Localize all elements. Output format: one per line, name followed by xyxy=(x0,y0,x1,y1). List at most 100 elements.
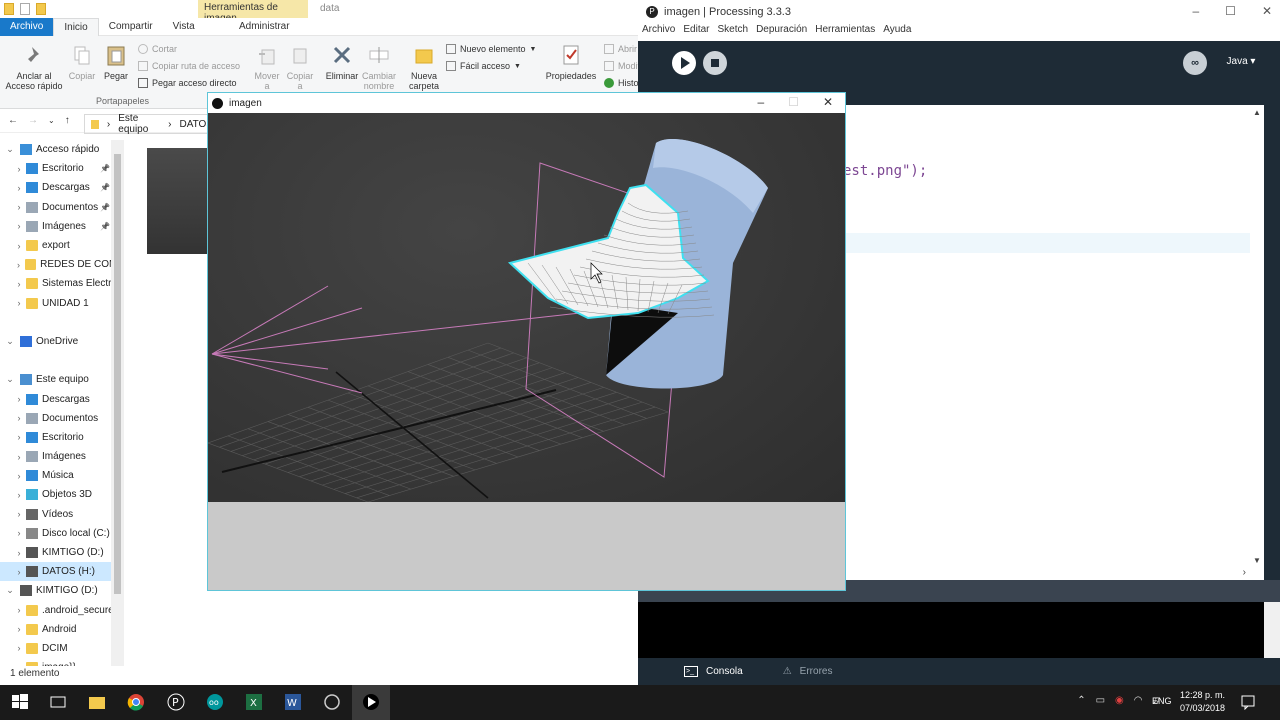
chevron-icon[interactable]: › xyxy=(0,567,26,577)
menu-archivo[interactable]: Archivo xyxy=(642,24,675,41)
pin-icon[interactable]: 📌 xyxy=(100,203,110,212)
console-scrollbar[interactable] xyxy=(1264,602,1280,658)
file-explorer-icon[interactable] xyxy=(87,692,107,712)
chevron-icon[interactable]: › xyxy=(0,471,26,481)
chevron-icon[interactable]: › xyxy=(0,509,26,519)
scroll-down-icon[interactable]: ▼ xyxy=(1250,556,1264,565)
chrome-icon[interactable] xyxy=(126,692,146,712)
windows-start-icon[interactable] xyxy=(10,692,30,712)
new-folder-button[interactable]: Nueva carpeta xyxy=(406,44,442,91)
scroll-right-icon[interactable]: › xyxy=(1243,567,1246,578)
move-to-button[interactable]: Mover a xyxy=(252,44,282,91)
antivirus-icon[interactable]: ◉ xyxy=(1115,695,1124,706)
cut-button[interactable]: Cortar xyxy=(138,44,177,54)
address-bar[interactable]: › Este equipo › DATOS xyxy=(84,113,214,135)
chevron-up-icon[interactable]: ⌃ xyxy=(1077,695,1085,706)
chevron-icon[interactable]: › xyxy=(0,202,26,212)
properties-icon[interactable] xyxy=(20,3,30,15)
modify-button[interactable]: Modif xyxy=(604,61,640,71)
new-folder-icon[interactable] xyxy=(36,3,46,15)
nav-item[interactable]: ⌄ Acceso rápido xyxy=(0,140,124,159)
chevron-icon[interactable]: › xyxy=(0,183,26,193)
chevron-icon[interactable]: › xyxy=(0,432,26,442)
chevron-icon[interactable]: › xyxy=(0,663,26,666)
nav-item[interactable]: › DCIM xyxy=(0,639,124,658)
nav-item[interactable]: › Imágenes xyxy=(0,447,124,466)
close-icon[interactable]: ✕ xyxy=(823,95,833,109)
paste-shortcut-button[interactable]: Pegar acceso directo xyxy=(138,78,237,88)
tab-administrar[interactable]: Administrar xyxy=(229,18,300,36)
console-tab[interactable]: >_ Consola xyxy=(684,666,743,677)
close-icon[interactable]: ✕ xyxy=(1262,4,1272,18)
chevron-icon[interactable]: › xyxy=(0,528,26,538)
chevron-icon[interactable]: › xyxy=(0,241,26,251)
chevron-icon[interactable]: › xyxy=(0,624,26,634)
pin-icon[interactable]: 📌 xyxy=(100,183,110,192)
folder-icon[interactable] xyxy=(4,3,14,15)
chevron-icon[interactable]: › xyxy=(0,394,26,404)
chevron-icon[interactable]: › xyxy=(0,260,25,270)
chevron-icon[interactable]: › xyxy=(0,413,26,423)
nav-item[interactable]: › REDES DE COMP xyxy=(0,255,124,274)
rename-button[interactable]: Cambiar nombre xyxy=(360,44,398,91)
word-icon[interactable]: W xyxy=(283,692,303,712)
menu-herramientas[interactable]: Herramientas xyxy=(815,24,875,41)
nav-item[interactable]: › Sistemas Electro xyxy=(0,274,124,293)
chevron-icon[interactable]: › xyxy=(0,164,26,174)
tab-archivo[interactable]: Archivo xyxy=(0,17,54,36)
nav-item[interactable]: › Disco local (C:) xyxy=(0,524,124,543)
easy-access-button[interactable]: Fácil acceso ▼ xyxy=(446,61,521,71)
menu-editar[interactable]: Editar xyxy=(683,24,709,41)
wifi-icon[interactable]: ◠ xyxy=(1134,695,1143,706)
copy-path-button[interactable]: Copiar ruta de acceso xyxy=(138,61,240,71)
chevron-icon[interactable]: › xyxy=(0,279,26,289)
copy-button[interactable]: Copiar xyxy=(66,44,98,81)
nav-item[interactable]: › .android_secure xyxy=(0,601,124,620)
processing-icon[interactable]: P xyxy=(166,692,186,712)
maximize-icon[interactable]: ☐ xyxy=(1225,4,1236,18)
breadcrumb-este-equipo[interactable]: Este equipo xyxy=(118,113,160,135)
new-item-button[interactable]: Nuevo elemento ▼ xyxy=(446,44,536,54)
nav-item[interactable]: ⌄ Este equipo xyxy=(0,370,124,389)
paste-button[interactable]: Pegar xyxy=(100,44,132,81)
arduino-icon[interactable]: oo xyxy=(205,692,225,712)
pin-icon[interactable]: 📌 xyxy=(100,164,110,173)
processing-sketch-icon[interactable] xyxy=(361,692,381,712)
menu-ayuda[interactable]: Ayuda xyxy=(883,24,911,41)
pin-icon[interactable]: 📌 xyxy=(100,222,110,231)
tab-inicio[interactable]: Inicio xyxy=(53,17,99,36)
nav-item[interactable]: ⌄ OneDrive xyxy=(0,332,124,351)
debugger-button[interactable]: ∞ xyxy=(1183,51,1207,75)
nav-item[interactable]: ⌄ KIMTIGO (D:) xyxy=(0,581,124,600)
chevron-icon[interactable]: ⌄ xyxy=(0,374,20,385)
app-icon[interactable] xyxy=(322,692,342,712)
nav-item[interactable]: › KIMTIGO (D:) xyxy=(0,543,124,562)
nav-item[interactable]: › Imágenes 📌 xyxy=(0,217,124,236)
run-button[interactable] xyxy=(672,51,696,75)
mode-selector[interactable]: Java ▾ xyxy=(1218,50,1264,74)
up-arrow-icon[interactable]: ↑ xyxy=(65,115,70,126)
nav-item[interactable]: › Documentos 📌 xyxy=(0,198,124,217)
errors-tab[interactable]: ⚠ Errores xyxy=(783,666,833,677)
nav-item[interactable]: › export xyxy=(0,236,124,255)
nav-item[interactable]: › Descargas 📌 xyxy=(0,178,124,197)
tab-compartir[interactable]: Compartir xyxy=(99,18,163,36)
nav-item[interactable]: › DATOS (H:) xyxy=(0,562,124,582)
chevron-icon[interactable]: › xyxy=(0,298,26,308)
chevron-icon[interactable]: › xyxy=(0,490,26,500)
chevron-icon[interactable]: › xyxy=(0,643,26,653)
nav-item[interactable]: › Descargas xyxy=(0,389,124,408)
stop-button[interactable] xyxy=(703,51,727,75)
properties-button[interactable]: Propiedades xyxy=(544,44,598,81)
chevron-icon[interactable]: › xyxy=(0,452,26,462)
nav-item[interactable]: › Documentos xyxy=(0,409,124,428)
minimize-icon[interactable]: – xyxy=(1192,4,1199,18)
forward-arrow-icon[interactable]: → xyxy=(28,115,38,126)
nav-item[interactable]: › UNIDAD 1 xyxy=(0,294,124,313)
editor-scrollbar[interactable]: ▲ ▼ xyxy=(1250,105,1264,567)
excel-icon[interactable]: X xyxy=(244,692,264,712)
nav-item[interactable]: › Música xyxy=(0,466,124,485)
chevron-icon[interactable]: ⌄ xyxy=(0,336,20,347)
recent-chevron-icon[interactable]: ⌄ xyxy=(48,116,55,125)
history-button[interactable]: Histo xyxy=(604,78,639,88)
